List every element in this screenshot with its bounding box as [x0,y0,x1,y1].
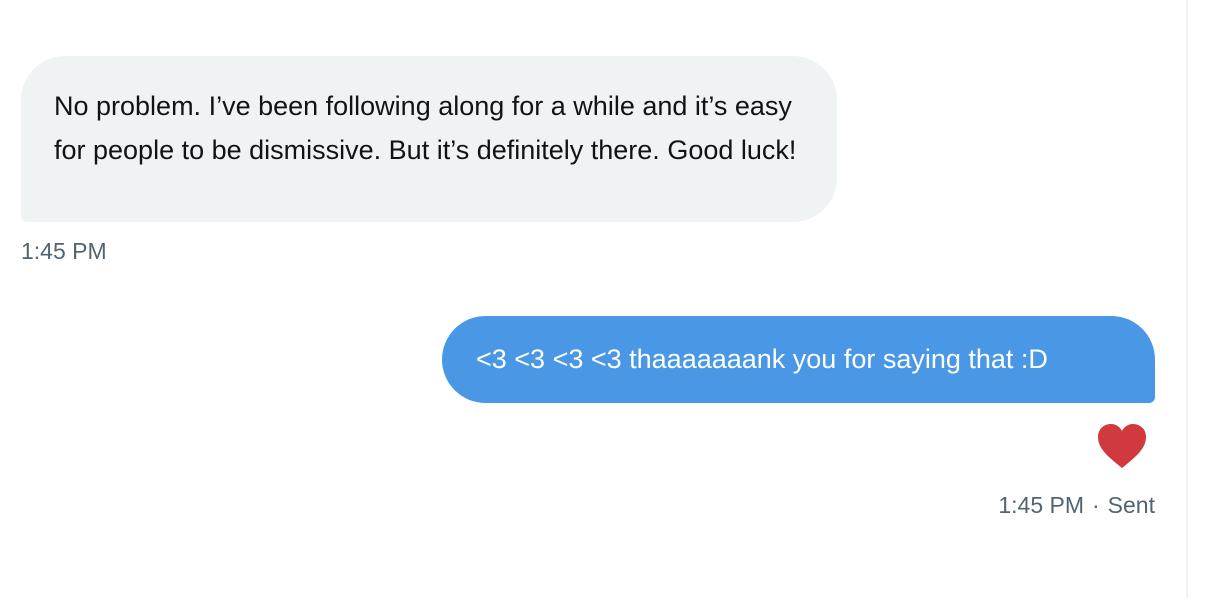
received-message-text: No problem. I’ve been following along fo… [54,91,797,165]
pane-divider [1186,0,1188,598]
sent-message-timestamp: 1:45 PM [998,492,1084,518]
sent-message-text: <3 <3 <3 <3 thaaaaaaank you for saying t… [476,344,1048,374]
sent-status: Sent [1107,492,1155,518]
meta-separator: · [1092,492,1100,518]
sent-message-bubble[interactable]: <3 <3 <3 <3 thaaaaaaank you for saying t… [442,316,1155,403]
heart-icon [1098,424,1146,468]
dm-conversation: No problem. I’ve been following along fo… [0,0,1232,598]
received-message-bubble[interactable]: No problem. I’ve been following along fo… [21,56,837,222]
sent-message-meta: 1:45 PM · Sent [998,490,1155,520]
heart-reaction[interactable] [1096,422,1148,470]
received-message-timestamp: 1:45 PM [21,238,107,264]
